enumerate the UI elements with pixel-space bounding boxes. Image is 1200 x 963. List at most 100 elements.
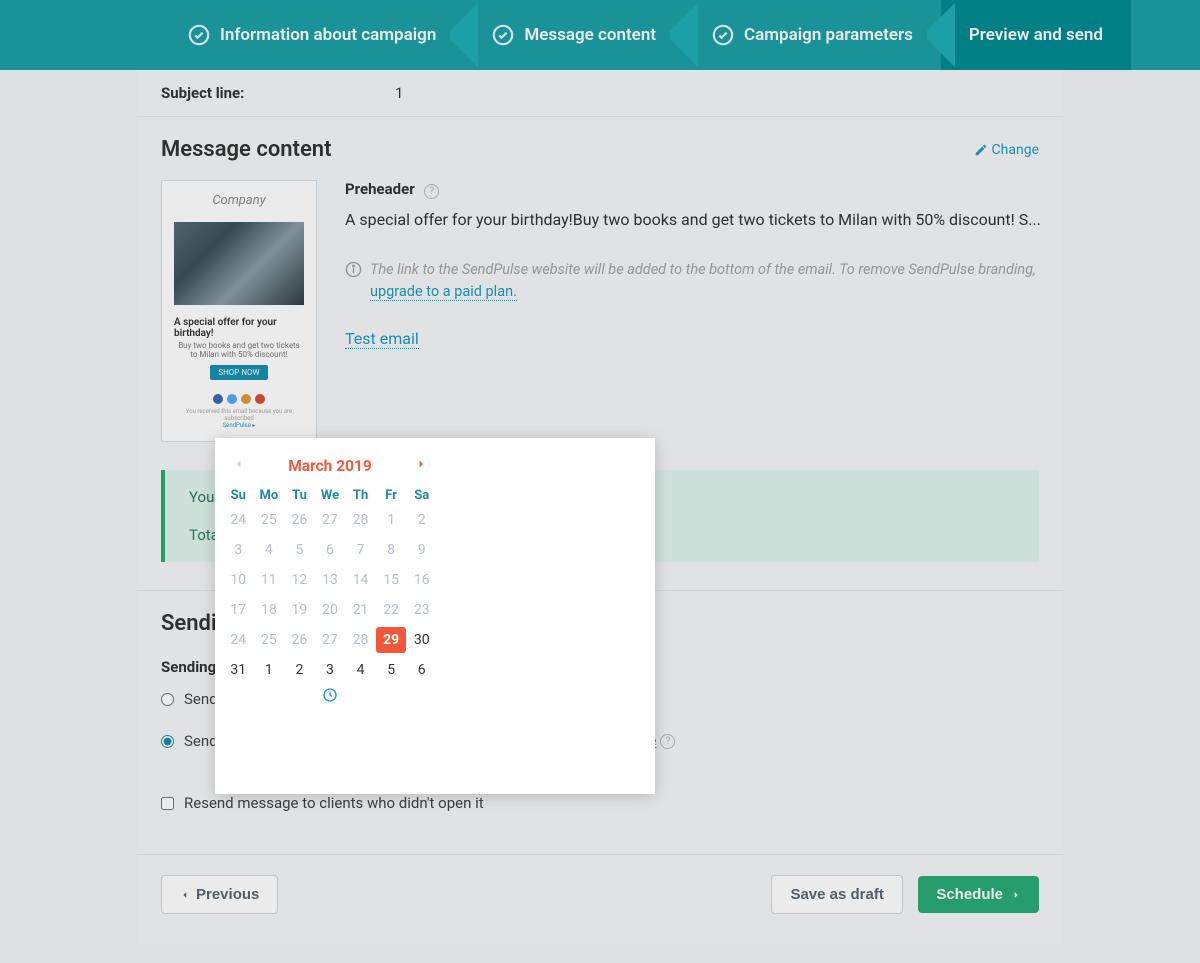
calendar-day[interactable]: 3 [315,657,346,683]
step-label: Preview and send [969,25,1103,45]
calendar-day[interactable]: 19 [284,597,315,623]
message-content-heading: Message content [161,137,331,162]
next-month[interactable] [415,456,427,476]
calendar-day[interactable]: 20 [315,597,346,623]
thumb-fine: You received this email because you are … [174,408,304,429]
subject-label: Subject line: [161,84,395,102]
previous-button[interactable]: Previous [161,875,278,914]
check-circle-icon [492,24,514,46]
calendar: March 2019 Su Mo Tu We Th Fr Sa 24252627… [215,438,445,794]
step-information[interactable]: Information about campaign [160,0,464,70]
calendar-day[interactable]: 7 [345,537,376,563]
check-circle-icon [712,24,734,46]
subject-value: 1 [395,84,403,102]
calendar-day[interactable]: 15 [376,567,407,593]
popup-right [445,438,655,794]
upgrade-link[interactable]: upgrade to a paid plan. [370,283,517,301]
calendar-day[interactable]: 1 [254,657,285,683]
calendar-day[interactable]: 31 [223,657,254,683]
calendar-day[interactable]: 28 [345,507,376,533]
preheader-label: Preheader [345,180,415,198]
resend-checkbox[interactable] [161,797,174,810]
calendar-day[interactable]: 21 [345,597,376,623]
prev-month[interactable] [233,456,245,476]
calendar-day[interactable]: 22 [376,597,407,623]
stepper: Information about campaign Message conte… [0,0,1200,70]
info-text: The link to the SendPulse website will b… [370,261,1036,278]
chevron-left-icon [233,456,245,472]
clock-icon [322,687,338,703]
calendar-day[interactable]: 27 [315,627,346,653]
calendar-day[interactable]: 4 [254,537,285,563]
calendar-day[interactable]: 23 [406,597,437,623]
chevron-left-icon [180,888,190,902]
thumb-company: Company [212,193,265,208]
step-label: Information about campaign [220,25,436,45]
calendar-title[interactable]: March 2019 [288,457,372,475]
schedule-button[interactable]: Schedule [918,876,1039,913]
calendar-days: 2425262728123456789101112131415161718192… [215,507,445,683]
help-icon[interactable]: ? [660,734,675,749]
calendar-day[interactable]: 8 [376,537,407,563]
calendar-day[interactable]: 25 [254,627,285,653]
time-toggle[interactable] [322,691,338,707]
calendar-day[interactable]: 4 [345,657,376,683]
info-icon [345,261,362,278]
calendar-day[interactable]: 28 [345,627,376,653]
calendar-day[interactable]: 2 [406,507,437,533]
calendar-day[interactable]: 13 [315,567,346,593]
calendar-day[interactable]: 27 [315,507,346,533]
thumb-shop-button: SHOP NOW [210,365,267,380]
calendar-day[interactable]: 5 [376,657,407,683]
change-link[interactable]: Change [974,142,1039,158]
calendar-day[interactable]: 17 [223,597,254,623]
preheader-text: A special offer for your birthday!Buy tw… [345,209,1041,231]
step-label: Campaign parameters [744,25,913,45]
chevron-right-icon [1011,888,1021,902]
calendar-day[interactable]: 30 [406,627,437,653]
pencil-icon [974,143,988,157]
thumb-socials [213,394,265,404]
dow-row: Su Mo Tu We Th Fr Sa [215,476,445,507]
send-on-input[interactable] [161,735,174,748]
footer: Previous Save as draft Schedule [137,854,1063,944]
calendar-day[interactable]: 18 [254,597,285,623]
calendar-day[interactable]: 26 [284,507,315,533]
calendar-day[interactable]: 24 [223,507,254,533]
calendar-day[interactable]: 3 [223,537,254,563]
calendar-day[interactable]: 5 [284,537,315,563]
thumb-offer: A special offer for your birthday! [174,317,304,339]
help-icon[interactable]: ? [424,184,439,199]
resend-label: Resend message to clients who didn't ope… [184,794,484,812]
thumb-image [174,222,304,305]
calendar-day[interactable]: 1 [376,507,407,533]
email-thumbnail[interactable]: Company A special offer for your birthda… [161,180,317,442]
step-message-content[interactable]: Message content [464,0,684,70]
datepicker-popup: March 2019 Su Mo Tu We Th Fr Sa 24252627… [215,438,655,794]
calendar-day[interactable]: 25 [254,507,285,533]
thumb-sub: Buy two books and get two tickets to Mil… [174,341,304,359]
calendar-day[interactable]: 26 [284,627,315,653]
subject-row: Subject line: 1 [137,70,1063,116]
check-circle-icon [188,24,210,46]
calendar-day[interactable]: 11 [254,567,285,593]
branding-info: The link to the SendPulse website will b… [345,259,1041,303]
calendar-day[interactable]: 9 [406,537,437,563]
calendar-day[interactable]: 24 [223,627,254,653]
calendar-day[interactable]: 10 [223,567,254,593]
save-draft-button[interactable]: Save as draft [771,875,902,914]
calendar-day[interactable]: 6 [406,657,437,683]
calendar-day[interactable]: 2 [284,657,315,683]
step-label: Message content [524,25,656,45]
calendar-day[interactable]: 12 [284,567,315,593]
test-email-link[interactable]: Test email [345,329,419,349]
step-campaign-parameters[interactable]: Campaign parameters [684,0,941,70]
step-preview-send[interactable]: Preview and send [941,0,1131,70]
send-now-input[interactable] [161,693,174,706]
chevron-right-icon [415,456,427,472]
resend-checkbox-row[interactable]: Resend message to clients who didn't ope… [161,794,1039,812]
calendar-day[interactable]: 6 [315,537,346,563]
calendar-day[interactable]: 14 [345,567,376,593]
calendar-day[interactable]: 16 [406,567,437,593]
calendar-day[interactable]: 29 [376,627,407,653]
